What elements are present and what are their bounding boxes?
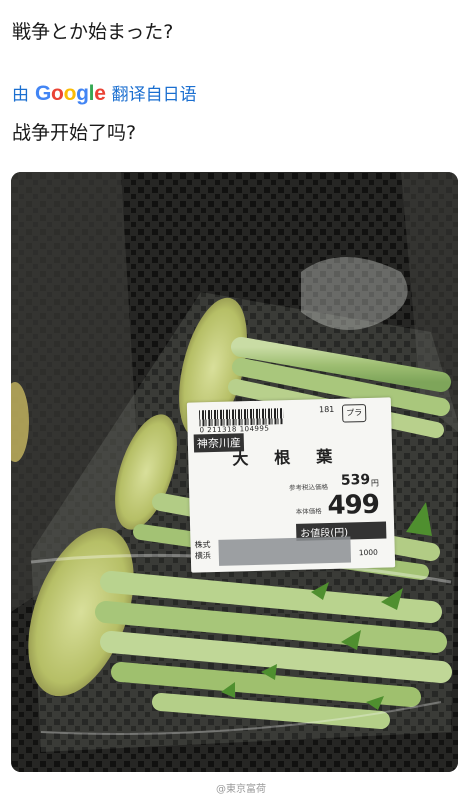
translate-source-label[interactable]: 翻译自日语: [112, 80, 197, 105]
tag-number: 181: [318, 404, 335, 415]
google-logo: Google: [35, 82, 106, 106]
google-logo-letter: o: [51, 82, 64, 105]
post-text: 戦争とか始まった?: [12, 21, 174, 43]
base-price-label: 本体価格: [295, 507, 322, 516]
ref-price-label: 参考税込価格: [288, 483, 329, 493]
google-logo-letter: G: [35, 82, 52, 105]
post-photo[interactable]: 0 211318 104995 181 プラ 神奈川産 大根葉 参考税込価格 5…: [11, 172, 458, 772]
translated-text: 战争开始了吗?: [12, 122, 137, 144]
weibo-watermark: @東京富荷: [216, 784, 266, 795]
google-logo-letter: e: [94, 82, 106, 105]
translate-by-label: 由: [12, 85, 29, 105]
company-name: 株式 横浜: [194, 540, 211, 561]
product-code: 1000: [358, 547, 379, 558]
translate-attribution[interactable]: 由 Google 翻译自日语: [12, 80, 197, 106]
product-name: 大根葉: [232, 446, 359, 469]
google-logo-letter: g: [76, 82, 89, 105]
barcode: [199, 408, 284, 427]
price-main: 499: [327, 489, 380, 522]
redacted-block: [218, 536, 352, 566]
plastic-recycle-mark: プラ: [341, 404, 367, 423]
ref-price: 539: [340, 471, 371, 489]
ref-price-unit: 円: [370, 478, 380, 488]
google-logo-letter: o: [63, 82, 77, 105]
price-tag: 0 211318 104995 181 プラ 神奈川産 大根葉 参考税込価格 5…: [186, 397, 396, 573]
